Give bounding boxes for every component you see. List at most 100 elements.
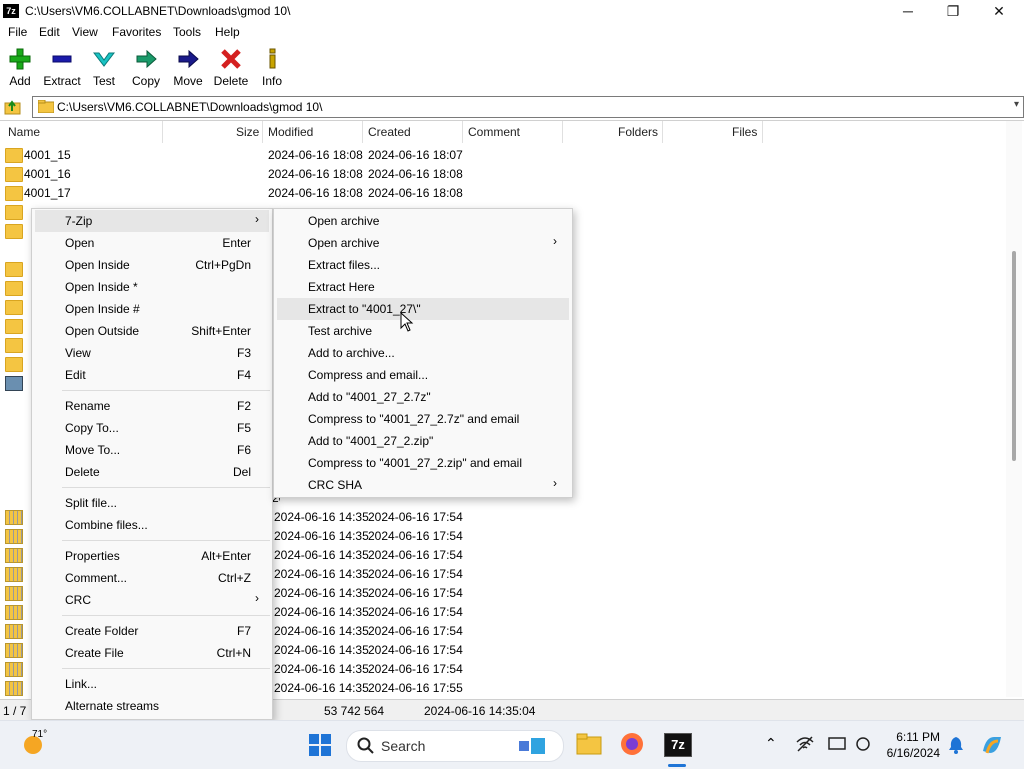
menu-item-rename[interactable]: Rename F2 [35,395,269,417]
menu-item-comment[interactable]: Comment... Ctrl+Z [35,567,269,589]
zip-folder-icon [5,662,23,677]
menu-item-copy-to[interactable]: Copy To... F5 [35,417,269,439]
menu-view[interactable]: View [72,25,98,39]
menu-item-create-folder[interactable]: Create Folder F7 [35,620,269,642]
table-row[interactable]: 4001_15 2024-06-16 18:08 2024-06-16 18:0… [0,146,1000,165]
chevron-right-icon: › [255,212,259,226]
menu-item-edit[interactable]: Edit F4 [35,364,269,386]
submenu-item-test-archive[interactable]: Test archive [277,320,569,342]
check-icon [82,48,126,70]
menu-tools[interactable]: Tools [173,25,201,39]
menu-item-combine-files[interactable]: Combine files... [35,514,269,536]
submenu-item-add-zip[interactable]: Add to "4001_27_2.zip" [277,430,569,452]
copilot-icon[interactable] [980,733,1004,760]
submenu-item-extract-to[interactable]: Extract to "4001_27\" [277,298,569,320]
title-bar: 7z C:\Users\VM6.COLLABNET\Downloads\gmod… [0,0,1024,22]
menu-separator [62,668,270,669]
move-label: Move [173,74,203,88]
menu-item-move-to[interactable]: Move To... F6 [35,439,269,461]
notification-bell-icon[interactable] [948,736,964,757]
column-created[interactable]: Created [368,125,411,139]
row-created: 2024-06-16 18:08 [368,167,463,181]
menu-item-delete[interactable]: Delete Del [35,461,269,483]
submenu-item-compress-zip-email[interactable]: Compress to "4001_27_2.zip" and email [277,452,569,474]
table-row[interactable]: 4001_17 2024-06-16 18:08 2024-06-16 18:0… [0,184,1000,203]
zip-folder-icon [5,586,23,601]
start-button[interactable] [308,733,332,760]
test-button[interactable]: Test [82,48,126,88]
column-comment[interactable]: Comment [468,125,520,139]
menu-help[interactable]: Help [215,25,240,39]
submenu-item-open-archive[interactable]: Open archive [277,210,569,232]
column-size[interactable]: Size [236,125,259,139]
sync-icon[interactable] [854,736,872,755]
column-files[interactable]: Files [732,125,757,139]
address-path: C:\Users\VM6.COLLABNET\Downloads\gmod 10… [57,100,323,114]
zip-folder-icon [5,605,23,620]
folder-icon [5,262,23,277]
clock-date[interactable]: 6/16/2024 [876,746,940,760]
submenu-item-add-to-archive[interactable]: Add to archive... [277,342,569,364]
move-button[interactable]: Move [166,48,210,88]
context-menu: 7-Zip › Open Enter Open Inside Ctrl+PgDn Op… [31,208,273,720]
scrollbar-thumb[interactable] [1012,251,1016,461]
info-button[interactable]: Info [250,48,294,88]
copy-button[interactable]: Copy [124,48,168,88]
menu-item-properties[interactable]: Properties Alt+Enter [35,545,269,567]
file-explorer-icon[interactable] [576,733,602,758]
clock-time[interactable]: 6:11 PM [878,730,940,744]
toolbar: Add Extract Test Copy Move Delete Info [0,44,1024,92]
submenu-item-crc-sha[interactable]: CRC SHA › [277,474,569,496]
row-modified: 2024-06-16 14:35 [274,605,369,619]
row-modified: 2024-06-16 18:08 [268,167,363,181]
close-button[interactable]: ✕ [976,0,1022,22]
column-modified[interactable]: Modified [268,125,313,139]
menu-item-alternate-streams[interactable]: Alternate streams [35,695,269,717]
chevron-up-icon[interactable]: ⌃ [765,735,777,752]
plus-icon [0,48,42,70]
vertical-scrollbar[interactable] [1006,121,1022,697]
taskbar-search[interactable]: Search [346,730,564,762]
menu-item-open-inside-hash[interactable]: Open Inside # [35,298,269,320]
row-created: 2024-06-16 17:54 [368,510,463,524]
menu-item-link[interactable]: Link... [35,673,269,695]
add-button[interactable]: Add [0,48,42,88]
submenu-item-extract-files[interactable]: Extract files... [277,254,569,276]
submenu-item-add-7z[interactable]: Add to "4001_27_2.7z" [277,386,569,408]
sevenzip-taskbar-icon[interactable]: 7z [664,733,692,757]
menu-item-crc[interactable]: CRC › [35,589,269,611]
test-label: Test [92,74,115,88]
row-created: 2024-06-16 17:54 [368,586,463,600]
menu-item-open-inside-star[interactable]: Open Inside * [35,276,269,298]
firefox-icon[interactable] [620,732,644,759]
menu-edit[interactable]: Edit [39,25,60,39]
submenu-item-compress-email[interactable]: Compress and email... [277,364,569,386]
display-icon[interactable] [828,736,846,755]
network-icon[interactable] [796,736,814,755]
menu-item-open-inside[interactable]: Open Inside Ctrl+PgDn [35,254,269,276]
status-date: 2024-06-16 14:35:04 [424,704,536,718]
minimize-button[interactable]: ─ [885,0,931,22]
maximize-button[interactable]: ❐ [930,0,976,22]
column-name[interactable]: Name [8,125,40,139]
chevron-down-icon[interactable]: ▾ [1014,99,1019,110]
menu-item-open[interactable]: Open Enter [35,232,269,254]
address-field[interactable]: C:\Users\VM6.COLLABNET\Downloads\gmod 10… [32,96,1024,118]
menu-file[interactable]: File [8,25,27,39]
table-row[interactable]: 4001_16 2024-06-16 18:08 2024-06-16 18:0… [0,165,1000,184]
menu-item-view[interactable]: View F3 [35,342,269,364]
menu-item-open-outside[interactable]: Open Outside Shift+Enter [35,320,269,342]
menu-favorites[interactable]: Favorites [112,25,161,39]
up-folder-icon[interactable] [4,98,22,116]
delete-button[interactable]: Delete [209,48,253,88]
column-folders[interactable]: Folders [618,125,658,139]
search-placeholder: Search [381,738,426,754]
extract-button[interactable]: Extract [40,48,84,88]
menu-item-7zip[interactable]: 7-Zip › [35,210,269,232]
submenu-item-compress-7z-email[interactable]: Compress to "4001_27_2.7z" and email [277,408,569,430]
menu-item-create-file[interactable]: Create File Ctrl+N [35,642,269,664]
submenu-item-extract-here[interactable]: Extract Here [277,276,569,298]
submenu-item-open-archive-more[interactable]: Open archive › [277,232,569,254]
menu-item-split-file[interactable]: Split file... [35,492,269,514]
folder-icon [5,224,23,239]
